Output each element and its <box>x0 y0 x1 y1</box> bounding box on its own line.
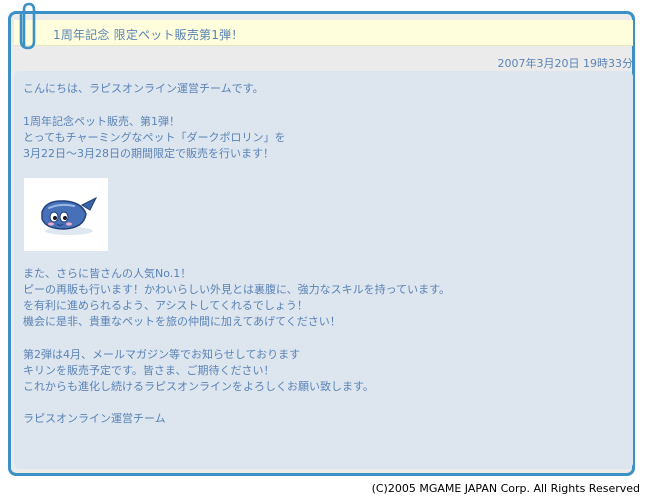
announcement-paragraph: 1周年記念ペット販売、第1弾！ とってもチャーミングなペット「ダークポロリン」を… <box>23 114 285 162</box>
copyright-footer: (C)2005 MGAME JAPAN Corp. All Rights Res… <box>371 482 640 495</box>
body-line: これからも進化し続けるラピスオンラインをよろしくお願い致します。 <box>23 380 374 393</box>
article-title: 1周年記念 限定ペット販売第1弾！ <box>53 28 244 42</box>
dark-pororin-pet-icon <box>41 196 98 235</box>
body-line: 1周年記念ペット販売、第1弾！ <box>23 115 180 128</box>
body-line: こんにちは、ラピスオンライン運営チームです。 <box>23 82 264 95</box>
signature-text: ラピスオンライン運営チーム <box>23 412 166 425</box>
body-line: 第2弾は4月、メールマガジン等でお知らせしております <box>23 348 301 361</box>
body-line: を有利に進められるよう、アシストしてくれるでしょう！ <box>23 299 308 312</box>
body-line: 機会に是非、貴重なペットを旅の仲間に加えてあげてください！ <box>23 315 341 328</box>
body-line: ピーの再販も行います！かわいらしい外見とは裏腹に、強力なスキルを持っています。 <box>23 283 451 296</box>
body-line: 3月22日～3月28日の期間限定で販売を行います！ <box>23 147 274 160</box>
body-line: また、さらに皆さんの人気No.1！ <box>23 267 192 280</box>
greeting-paragraph: こんにちは、ラピスオンライン運営チームです。 <box>23 81 264 97</box>
body-line: とってもチャーミングなペット「ダークポロリン」を <box>23 131 286 144</box>
next-release-paragraph: 第2弾は4月、メールマガジン等でお知らせしております キリンを販売予定です。皆さ… <box>23 347 374 395</box>
article-title-bar: 1周年記念 限定ペット販売第1弾！ <box>14 20 633 46</box>
pet-image <box>24 178 108 251</box>
article-body: こんにちは、ラピスオンライン運営チームです。 1周年記念ペット販売、第1弾！ と… <box>14 71 633 469</box>
body-line: キリンを販売予定です。皆さま、ご期待ください！ <box>23 364 275 377</box>
signature: ラピスオンライン運営チーム <box>23 411 166 427</box>
rerelease-paragraph: また、さらに皆さんの人気No.1！ ピーの再販も行います！かわいらしい外見とは裏… <box>23 266 450 330</box>
paperclip-icon <box>19 2 36 50</box>
post-date: 2007年3月20日 19時33分 <box>497 57 633 70</box>
